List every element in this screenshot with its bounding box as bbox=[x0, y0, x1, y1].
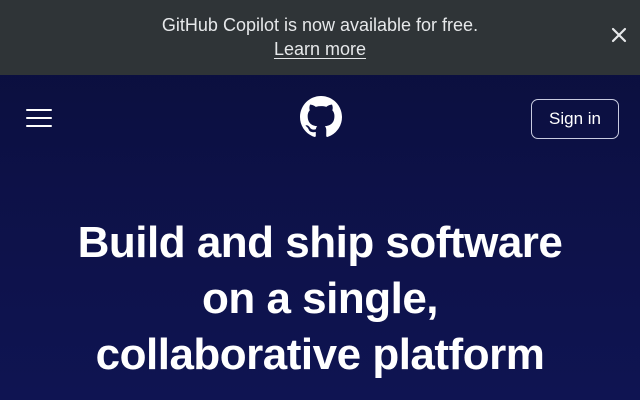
close-icon bbox=[611, 27, 627, 43]
site-header: Sign in bbox=[0, 75, 640, 160]
banner-message: GitHub Copilot is now available for free… bbox=[161, 15, 479, 35]
sign-in-button[interactable]: Sign in bbox=[531, 99, 619, 139]
github-logo-link[interactable] bbox=[300, 96, 342, 138]
announcement-banner: GitHub Copilot is now available for free… bbox=[0, 0, 640, 75]
hero-line-3: collaborative platform bbox=[95, 330, 545, 379]
page: GitHub Copilot is now available for free… bbox=[0, 0, 640, 400]
hero-line-2: on a single, bbox=[201, 274, 439, 323]
banner-link-wrapper: Learn more bbox=[0, 38, 640, 60]
learn-more-link[interactable]: Learn more bbox=[274, 39, 366, 59]
github-logo-icon bbox=[300, 96, 342, 137]
hero-headline: Build and ship software on a single, col… bbox=[0, 215, 640, 383]
close-banner-button[interactable] bbox=[608, 24, 630, 46]
hero-line-1: Build and ship software bbox=[77, 218, 563, 267]
menu-button[interactable] bbox=[24, 107, 54, 129]
